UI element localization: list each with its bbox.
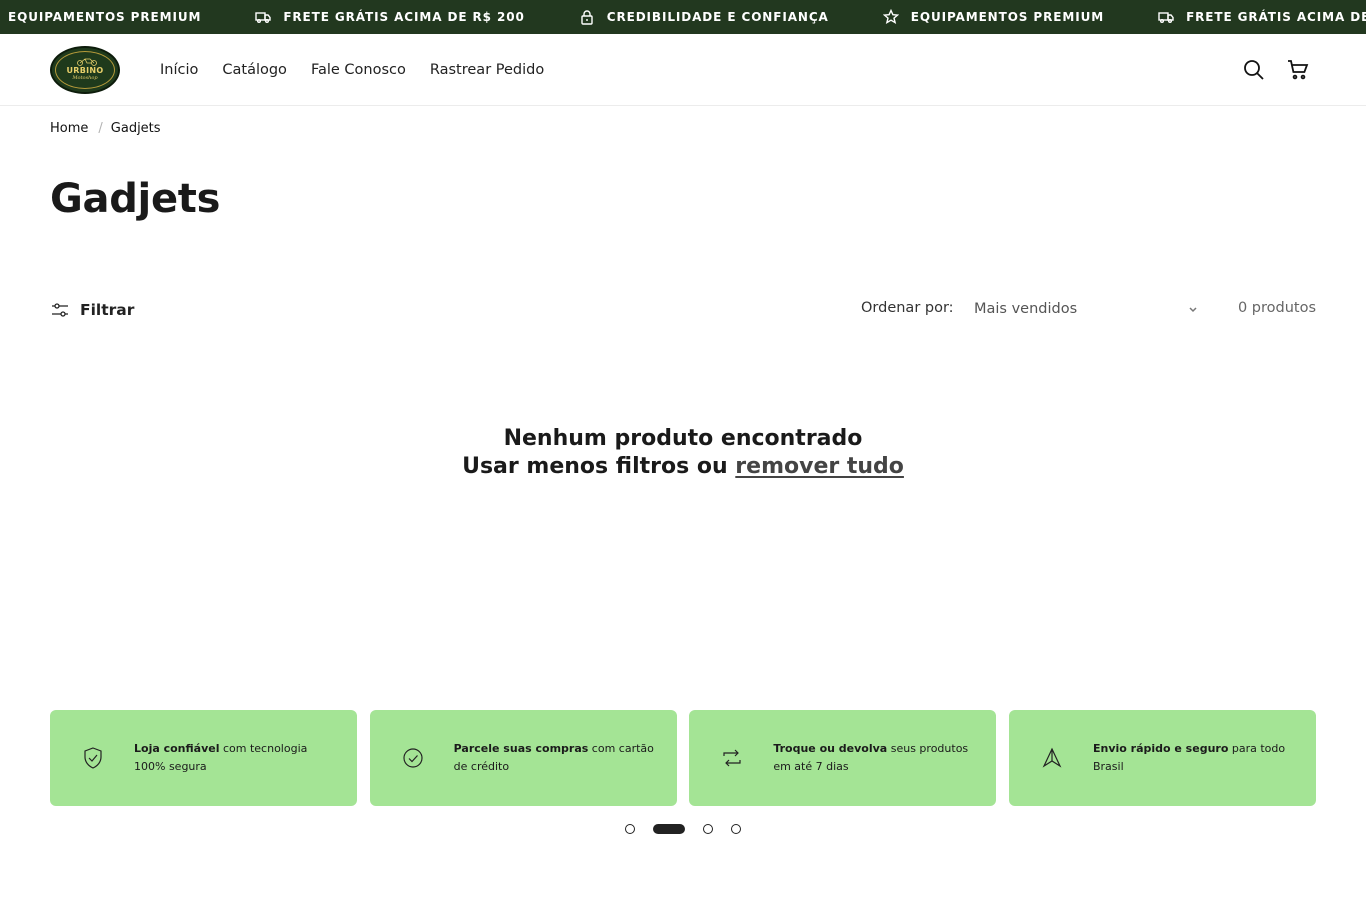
main-nav: Início Catálogo Fale Conosco Rastrear Pe…: [148, 34, 556, 106]
shield-check-icon: [84, 747, 102, 769]
cart-icon: [1288, 60, 1309, 80]
breadcrumb-current: Gadjets: [110, 121, 161, 136]
announcement-item: EQUIPAMENTOS PREMIUM: [882, 9, 1105, 25]
benefit-text: Troque ou devolva seus produtos em até 7…: [773, 740, 996, 776]
lock-icon: [581, 10, 593, 25]
remove-all-filters-link[interactable]: remover tudo: [735, 454, 904, 479]
carousel-dots: [0, 824, 1366, 834]
carousel-dot-active[interactable]: [653, 824, 685, 834]
check-circle-icon: [403, 748, 423, 768]
carousel-dot[interactable]: [625, 824, 635, 834]
search-icon: [1244, 60, 1264, 80]
benefits-carousel: Loja confiável com tecnologia 100% segur…: [50, 710, 1316, 806]
sort-select[interactable]: Mais vendidos: [974, 296, 1200, 322]
benefit-card: Envio rápido e seguro para todo Brasil: [1008, 710, 1316, 806]
sort-value: Mais vendidos: [974, 301, 1078, 317]
announcement-item: EQUIPAMENTOS PREMIUM: [8, 10, 201, 24]
breadcrumb-separator: /: [98, 121, 103, 136]
benefit-card: Troque ou devolva seus produtos em até 7…: [689, 710, 997, 806]
nav-link-inicio[interactable]: Início: [148, 62, 210, 78]
carousel-dot[interactable]: [703, 824, 713, 834]
store-logo[interactable]: URBINO Motoshop: [50, 46, 120, 94]
filter-button[interactable]: Filtrar: [50, 300, 134, 320]
filter-label: Filtrar: [80, 301, 135, 319]
product-count: 0 produtos: [1237, 300, 1316, 316]
empty-state-title: Nenhum produto encontrado: [503, 426, 863, 451]
motorcycle-icon: [77, 58, 97, 66]
benefit-card: Loja confiável com tecnologia 100% segur…: [50, 710, 357, 806]
site-header: URBINO Motoshop Início Catálogo Fale Con…: [0, 34, 1366, 106]
benefit-text: Loja confiável com tecnologia 100% segur…: [134, 740, 357, 776]
sort-label: Ordenar por:: [861, 300, 954, 316]
breadcrumb: Home / Gadjets: [50, 121, 161, 136]
page-title: Gadjets: [50, 176, 221, 222]
chevron-down-icon: [1189, 307, 1197, 313]
benefit-bold: Troque ou devolva: [773, 742, 888, 755]
cart-button[interactable]: [1286, 58, 1310, 82]
announcement-text: EQUIPAMENTOS PREMIUM: [8, 10, 202, 24]
announcement-text: FRETE GRÁTIS ACIMA DE R$ 200: [1186, 10, 1366, 24]
exchange-icon: [723, 749, 741, 767]
truck-icon: [1158, 12, 1174, 23]
sliders-icon: [52, 303, 68, 317]
nav-link-rastrear-pedido[interactable]: Rastrear Pedido: [418, 62, 556, 78]
truck-icon: [255, 12, 272, 23]
announcement-item: FRETE GRÁTIS ACIMA DE R$ 200: [255, 9, 524, 25]
empty-state: Nenhum produto encontrado Usar menos fil…: [0, 425, 1366, 481]
send-icon: [1042, 747, 1062, 768]
benefit-text: Parcele suas compras com cartão de crédi…: [454, 740, 677, 776]
search-button[interactable]: [1242, 58, 1266, 82]
announcement-item: FRETE GRÁTIS ACIMA DE R$ 200: [1158, 9, 1366, 25]
breadcrumb-home[interactable]: Home: [50, 121, 88, 136]
benefit-bold: Envio rápido e seguro: [1092, 742, 1229, 755]
announcement-text: EQUIPAMENTOS PREMIUM: [910, 10, 1105, 24]
announcement-bar: EQUIPAMENTOS PREMIUM FRETE GRÁTIS ACIMA …: [0, 0, 1366, 34]
benefit-bold: Parcele suas compras: [453, 742, 589, 755]
nav-link-catalogo[interactable]: Catálogo: [210, 62, 299, 78]
empty-state-hint: Usar menos filtros ou remover tudo: [0, 453, 1366, 481]
benefit-text: Envio rápido e seguro para todo Brasil: [1093, 740, 1316, 776]
nav-link-fale-conosco[interactable]: Fale Conosco: [299, 62, 418, 78]
announcement-text: CREDIBILIDADE E CONFIANÇA: [606, 10, 829, 24]
announcement-track: EQUIPAMENTOS PREMIUM FRETE GRÁTIS ACIMA …: [8, 0, 1366, 34]
announcement-item: CREDIBILIDADE E CONFIANÇA: [579, 9, 829, 25]
benefit-card: Parcele suas compras com cartão de crédi…: [369, 710, 677, 806]
announcement-text: FRETE GRÁTIS ACIMA DE R$ 200: [283, 10, 525, 24]
carousel-dot[interactable]: [731, 824, 741, 834]
star-icon: [882, 9, 899, 25]
empty-state-prefix: Usar menos filtros ou: [462, 454, 736, 479]
benefit-bold: Loja confiável: [134, 742, 220, 755]
